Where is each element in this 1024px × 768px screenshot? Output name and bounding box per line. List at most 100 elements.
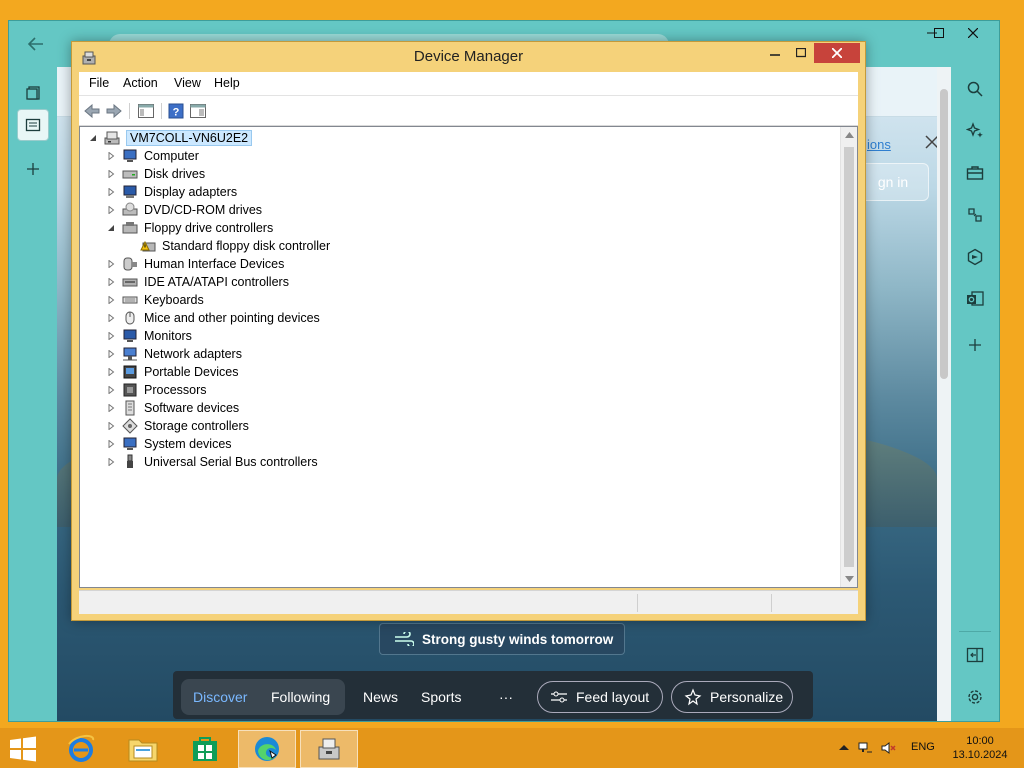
tree-category-item[interactable]: Software devices — [106, 399, 239, 417]
tree-category-item[interactable]: Portable Devices — [106, 363, 239, 381]
tree-root[interactable]: VM7COLL-VN6U2E2 — [88, 129, 253, 147]
news-tab-icon[interactable] — [17, 109, 49, 141]
notification-link[interactable]: ions — [867, 137, 891, 152]
back-arrow-icon[interactable] — [25, 33, 47, 55]
tree-category-item[interactable]: Storage controllers — [106, 417, 249, 435]
expand-arrow-icon[interactable] — [106, 277, 116, 287]
device-manager-taskbar-icon[interactable] — [300, 730, 358, 768]
tree-category-item[interactable]: DVD/CD-ROM drives — [106, 201, 262, 219]
news-feed-nav: Discover Following News Sports ··· Feed … — [173, 671, 813, 719]
tree-category-item[interactable]: Processors — [106, 381, 207, 399]
expand-arrow-icon[interactable] — [106, 331, 116, 341]
input-language[interactable]: ENG — [911, 741, 935, 753]
expand-arrow-icon[interactable] — [106, 313, 116, 323]
tab-sports[interactable]: Sports — [421, 679, 461, 715]
software-device-icon — [122, 400, 138, 416]
edge-taskbar-icon[interactable] — [238, 730, 296, 768]
more-options-button[interactable]: ··· — [499, 679, 513, 715]
tab-following[interactable]: Following — [271, 679, 330, 715]
feed-layout-button[interactable]: Feed layout — [537, 681, 663, 713]
edge-vertical-tabs — [9, 67, 57, 721]
tree-scrollbar[interactable] — [840, 127, 857, 587]
sign-in-button[interactable]: gn in — [857, 163, 929, 201]
expand-arrow-icon[interactable] — [106, 187, 116, 197]
tree-category-item[interactable]: Network adapters — [106, 345, 242, 363]
expand-arrow-icon[interactable] — [106, 151, 116, 161]
collapse-arrow-icon[interactable] — [106, 223, 116, 233]
microsoft-365-icon[interactable] — [963, 245, 987, 269]
device-tree: VM7COLL-VN6U2E2 Computer Disk drives Displ… — [79, 126, 858, 588]
tree-category-item[interactable]: Floppy drive controllers — [106, 219, 273, 237]
properties-pane-icon[interactable] — [189, 102, 207, 120]
sparkle-star-icon — [684, 688, 702, 706]
page-scrollbar[interactable] — [937, 67, 951, 721]
menu-help[interactable]: Help — [214, 76, 240, 90]
status-bar — [79, 590, 858, 614]
close-icon[interactable] — [923, 133, 937, 151]
network-icon[interactable] — [857, 740, 873, 756]
tree-category-item[interactable]: Monitors — [106, 327, 192, 345]
tree-category-item[interactable]: Computer — [106, 147, 199, 165]
tree-device-item[interactable]: Standard floppy disk controller — [140, 237, 330, 255]
tab-actions-icon[interactable] — [17, 77, 49, 109]
hide-sidebar-icon[interactable] — [963, 643, 987, 667]
tab-news[interactable]: News — [363, 679, 398, 715]
expand-arrow-icon[interactable] — [106, 205, 116, 215]
personalize-button[interactable]: Personalize — [671, 681, 793, 713]
dm-maximize-button[interactable] — [788, 43, 814, 63]
tree-category-item[interactable]: Mice and other pointing devices — [106, 309, 320, 327]
settings-gear-icon[interactable] — [963, 685, 987, 709]
tree-item-label: Display adapters — [144, 185, 238, 199]
menu-view[interactable]: View — [174, 76, 201, 90]
outlook-icon[interactable] — [963, 287, 987, 311]
expand-arrow-icon[interactable] — [106, 367, 116, 377]
internet-explorer-icon[interactable] — [52, 730, 110, 768]
tools-briefcase-icon[interactable] — [963, 161, 987, 185]
expand-arrow-icon[interactable] — [106, 385, 116, 395]
dm-close-button[interactable] — [814, 43, 860, 63]
tree-category-item[interactable]: Human Interface Devices — [106, 255, 284, 273]
add-sidebar-app-icon[interactable] — [963, 333, 987, 357]
expand-arrow-icon[interactable] — [106, 439, 116, 449]
show-hidden-icons-arrow-icon[interactable] — [836, 740, 852, 756]
tree-category-item[interactable]: Universal Serial Bus controllers — [106, 453, 318, 471]
expand-arrow-icon[interactable] — [106, 457, 116, 467]
copilot-sparkle-icon[interactable] — [963, 119, 987, 143]
tree-item-label: Monitors — [144, 329, 192, 343]
back-icon[interactable] — [83, 102, 101, 120]
close-button[interactable] — [947, 21, 999, 45]
menu-action[interactable]: Action — [123, 76, 158, 90]
menu-file[interactable]: File — [89, 76, 109, 90]
forward-icon[interactable] — [105, 102, 123, 120]
expand-arrow-icon[interactable] — [106, 421, 116, 431]
windows-start-icon[interactable] — [8, 736, 38, 762]
expand-arrow-icon[interactable] — [106, 169, 116, 179]
tree-category-item[interactable]: Keyboards — [106, 291, 204, 309]
store-icon[interactable] — [176, 730, 234, 768]
weather-banner[interactable]: Strong gusty winds tomorrow — [379, 623, 625, 655]
tree-item-label: Software devices — [144, 401, 240, 415]
expand-arrow-icon[interactable] — [106, 295, 116, 305]
expand-arrow-icon[interactable] — [106, 349, 116, 359]
tree-category-item[interactable]: Display adapters — [106, 183, 237, 201]
tree-category-item[interactable]: IDE ATA/ATAPI controllers — [106, 273, 289, 291]
collapse-arrow-icon[interactable] — [88, 133, 98, 143]
help-icon[interactable]: ? — [167, 102, 185, 120]
volume-muted-icon[interactable] — [880, 740, 896, 756]
file-explorer-icon[interactable] — [114, 730, 172, 768]
show-hide-console-tree-icon[interactable] — [137, 102, 155, 120]
tab-discover[interactable]: Discover — [193, 679, 247, 715]
usb-icon — [122, 454, 138, 470]
expand-arrow-icon[interactable] — [106, 403, 116, 413]
computer-icon — [122, 148, 138, 164]
expand-arrow-icon[interactable] — [106, 259, 116, 269]
games-icon[interactable] — [963, 203, 987, 227]
tree-category-item[interactable]: System devices — [106, 435, 232, 453]
new-tab-icon[interactable] — [17, 153, 49, 185]
clock[interactable]: 10:00 13.10.2024 — [952, 734, 1008, 762]
dm-minimize-button[interactable] — [762, 43, 788, 63]
page-scrollbar-thumb[interactable] — [940, 89, 948, 379]
tree-category-item[interactable]: Disk drives — [106, 165, 205, 183]
tree-scrollbar-thumb[interactable] — [844, 147, 854, 567]
search-icon[interactable] — [963, 77, 987, 101]
